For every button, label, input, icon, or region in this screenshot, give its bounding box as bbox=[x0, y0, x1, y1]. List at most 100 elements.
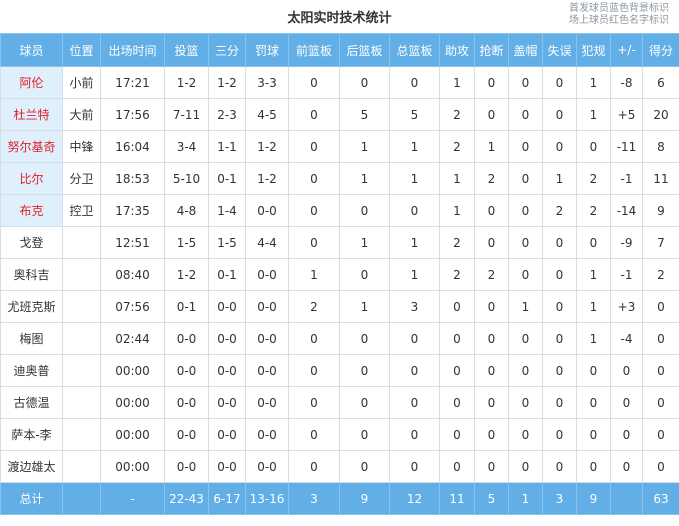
stat-cell: 02:44 bbox=[100, 322, 165, 355]
stat-cell: 0 bbox=[642, 386, 679, 419]
stat-cell: 0-0 bbox=[208, 386, 246, 419]
stat-cell: 0 bbox=[474, 290, 509, 323]
stat-cell: 1 bbox=[474, 130, 509, 163]
stat-cell: 0 bbox=[439, 450, 475, 483]
stat-cell: 1 bbox=[576, 322, 611, 355]
stat-cell bbox=[62, 290, 101, 323]
stat-cell: 0 bbox=[288, 418, 340, 451]
stat-cell: 0 bbox=[288, 354, 340, 387]
starter-legend-note: 首发球员蓝色背景标识 bbox=[569, 3, 669, 14]
stat-cell: 0 bbox=[610, 354, 643, 387]
player-name-link[interactable]: 萨本-李 bbox=[0, 418, 63, 451]
totals-cell: 5 bbox=[474, 482, 509, 515]
player-name-link[interactable]: 渡边雄太 bbox=[0, 450, 63, 483]
stat-cell: 1 bbox=[389, 226, 440, 259]
stat-cell: 07:56 bbox=[100, 290, 165, 323]
stat-cell: 2 bbox=[576, 194, 611, 227]
stat-cell: 3 bbox=[389, 290, 440, 323]
stat-cell: 0-0 bbox=[245, 386, 289, 419]
stat-cell: 0 bbox=[439, 290, 475, 323]
stat-cell: 0-0 bbox=[245, 354, 289, 387]
stat-cell: -14 bbox=[610, 194, 643, 227]
stat-cell: 0 bbox=[288, 66, 340, 99]
player-name-link[interactable]: 梅图 bbox=[0, 322, 63, 355]
stat-cell: 0 bbox=[542, 66, 577, 99]
stat-cell: 2 bbox=[288, 290, 340, 323]
stat-cell: 0 bbox=[474, 66, 509, 99]
stat-cell: 0 bbox=[339, 386, 390, 419]
stat-cell: 0 bbox=[610, 450, 643, 483]
stat-cell: 0 bbox=[542, 322, 577, 355]
totals-cell: 1 bbox=[508, 482, 543, 515]
stat-cell: 1 bbox=[339, 162, 390, 195]
stat-cell: 0-0 bbox=[245, 258, 289, 291]
player-name-link[interactable]: 努尔基奇 bbox=[0, 130, 63, 163]
stat-cell bbox=[62, 322, 101, 355]
stat-cell: 0-0 bbox=[208, 354, 246, 387]
box-score-table: 球员 位置 出场时间 投篮 三分 罚球 前篮板 后篮板 总篮板 助攻 抢断 盖帽 失误 犯规 +/- 得分 阿… bbox=[0, 33, 679, 515]
stat-cell: 0-0 bbox=[164, 450, 209, 483]
stat-cell: 8 bbox=[642, 130, 679, 163]
stat-cell: 3-3 bbox=[245, 66, 289, 99]
stat-cell: 1 bbox=[339, 290, 390, 323]
stat-cell: -1 bbox=[610, 258, 643, 291]
stat-cell: 0 bbox=[389, 66, 440, 99]
stat-cell bbox=[62, 226, 101, 259]
stat-cell: 2 bbox=[439, 98, 475, 131]
totals-cell: 22-43 bbox=[164, 482, 209, 515]
stat-cell: 0-1 bbox=[208, 258, 246, 291]
stat-cell: 2 bbox=[439, 258, 475, 291]
stat-cell bbox=[62, 354, 101, 387]
stat-cell: 11 bbox=[642, 162, 679, 195]
column-header: 犯规 bbox=[576, 33, 611, 67]
stat-cell: 0 bbox=[389, 322, 440, 355]
stat-cell: 0 bbox=[439, 354, 475, 387]
stat-cell: 0 bbox=[508, 130, 543, 163]
totals-cell: 3 bbox=[288, 482, 340, 515]
stat-cell: 0 bbox=[389, 418, 440, 451]
stat-cell: 0 bbox=[508, 226, 543, 259]
player-name-link[interactable]: 戈登 bbox=[0, 226, 63, 259]
stat-cell: 1 bbox=[576, 98, 611, 131]
totals-cell: 11 bbox=[439, 482, 475, 515]
player-row: 杜兰特 大前 17:56 7-11 2-3 4-5 0 5 5 2 0 0 0 1 +5 20 bbox=[0, 98, 679, 131]
column-header: 罚球 bbox=[245, 33, 289, 67]
player-name-link[interactable]: 布克 bbox=[0, 194, 63, 227]
stat-cell: 分卫 bbox=[62, 162, 101, 195]
stat-cell: 0 bbox=[508, 418, 543, 451]
table-body: 阿伦 小前 17:21 1-2 1-2 3-3 0 0 0 1 0 0 0 1 -8 6 杜兰特 大前 17:56 7… bbox=[0, 66, 679, 483]
stat-cell: 0 bbox=[339, 258, 390, 291]
stat-cell: 4-4 bbox=[245, 226, 289, 259]
player-name-link[interactable]: 比尔 bbox=[0, 162, 63, 195]
stat-cell: 0-1 bbox=[164, 290, 209, 323]
stat-cell: 0 bbox=[508, 66, 543, 99]
player-name-link[interactable]: 古德温 bbox=[0, 386, 63, 419]
stat-cell: 0 bbox=[339, 418, 390, 451]
stat-cell: 0 bbox=[508, 354, 543, 387]
stat-cell: 0 bbox=[339, 322, 390, 355]
player-name-link[interactable]: 奥科吉 bbox=[0, 258, 63, 291]
totals-cell: 63 bbox=[642, 482, 679, 515]
player-name-link[interactable]: 迪奥普 bbox=[0, 354, 63, 387]
stat-cell: -11 bbox=[610, 130, 643, 163]
totals-cell bbox=[610, 482, 643, 515]
stat-cell: 1-2 bbox=[164, 258, 209, 291]
stat-cell: 16:04 bbox=[100, 130, 165, 163]
table-header-row: 球员 位置 出场时间 投篮 三分 罚球 前篮板 后篮板 总篮板 助攻 抢断 盖帽 失误 犯规 +/- 得分 bbox=[0, 33, 679, 67]
stat-cell: 5 bbox=[339, 98, 390, 131]
player-name-link[interactable]: 杜兰特 bbox=[0, 98, 63, 131]
player-name-link[interactable]: 尤班克斯 bbox=[0, 290, 63, 323]
column-header: 三分 bbox=[208, 33, 246, 67]
stat-cell: 0 bbox=[288, 450, 340, 483]
stat-cell: +5 bbox=[610, 98, 643, 131]
column-header: 球员 bbox=[0, 33, 63, 67]
stat-cell: 0 bbox=[288, 194, 340, 227]
stat-cell: 0-0 bbox=[164, 386, 209, 419]
stat-cell: 0 bbox=[642, 450, 679, 483]
stat-cell: 0 bbox=[542, 386, 577, 419]
stat-cell: 0 bbox=[576, 354, 611, 387]
stat-cell: 0-0 bbox=[164, 322, 209, 355]
player-name-link[interactable]: 阿伦 bbox=[0, 66, 63, 99]
stat-cell: 0 bbox=[576, 418, 611, 451]
stat-cell: 0-0 bbox=[245, 290, 289, 323]
